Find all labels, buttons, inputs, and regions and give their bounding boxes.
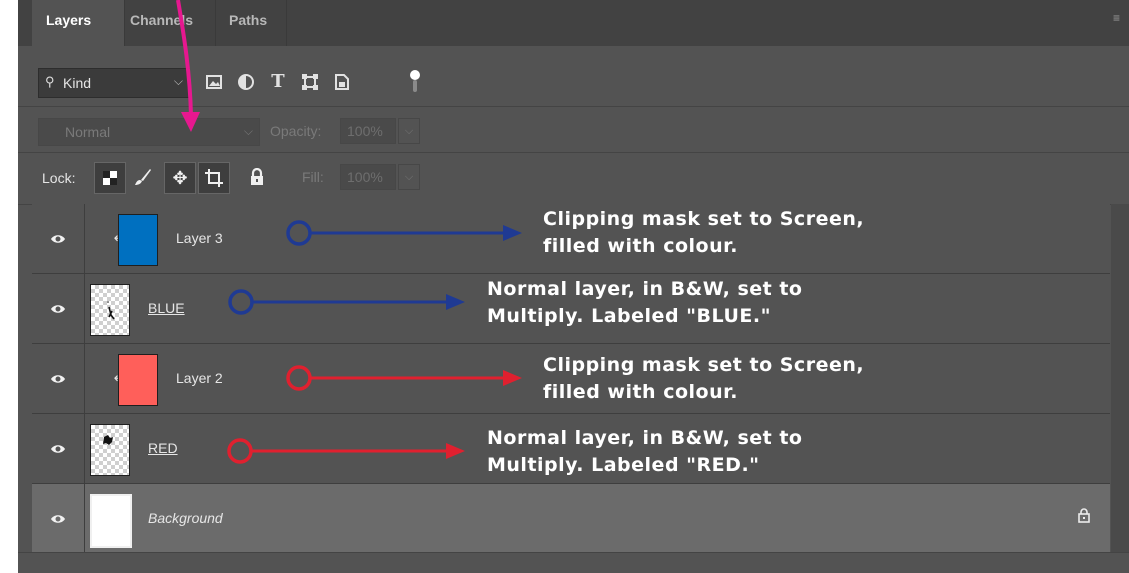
annotation-line: Clipping mask set to Screen, [543,354,865,376]
annotation-line: Clipping mask set to Screen, [543,208,865,230]
annotation-line: filled with colour. [543,381,738,403]
annotation-arrow-layer-3 [286,220,522,246]
annotation-text-layer-3: Clipping mask set to Screen, filled with… [543,206,864,260]
annotation-line: Multiply. Labeled "RED." [487,454,760,476]
annotation-text-blue: Normal layer, in B&W, set to Multiply. L… [487,276,802,330]
annotation-line: Multiply. Labeled "BLUE." [487,305,771,327]
annotation-arrow-red [227,438,465,464]
annotation-line: filled with colour. [543,235,738,257]
annotation-text-layer-2: Clipping mask set to Screen, filled with… [543,352,864,406]
pointer-arrow [176,0,200,132]
annotation-line: Normal layer, in B&W, set to [487,427,803,449]
annotation-arrow-layer-2 [286,365,522,391]
annotation-arrow-blue [228,289,465,315]
annotation-line: Normal layer, in B&W, set to [487,278,803,300]
annotation-text-red: Normal layer, in B&W, set to Multiply. L… [487,425,802,479]
